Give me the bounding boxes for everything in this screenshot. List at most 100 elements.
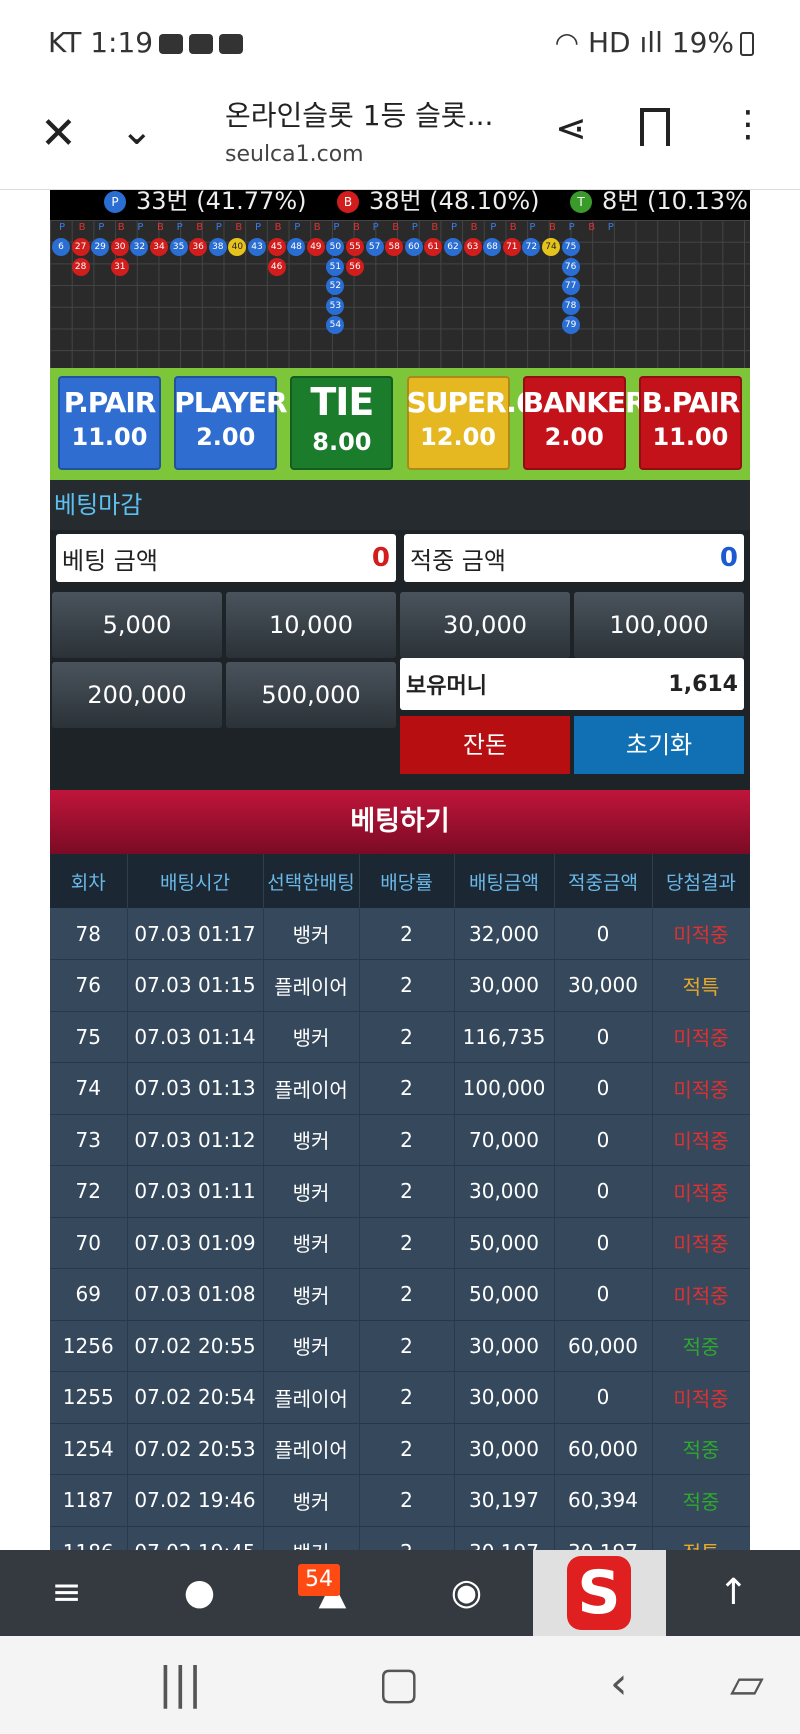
table-cell: 2: [359, 1165, 455, 1218]
bet-tie-button[interactable]: TIE 8.00: [290, 376, 394, 470]
table-row: 76 07.03 01:15 플레이어 2 30,000 30,000 적특: [50, 959, 750, 1012]
recent-apps-icon[interactable]: |||: [158, 1658, 202, 1709]
table-cell: 1254: [50, 1423, 128, 1475]
table-cell: 뱅커: [263, 1114, 360, 1166]
road-bead: 54: [326, 316, 345, 335]
road-header-letter: B: [549, 222, 556, 233]
chip-500000-button[interactable]: 500,000: [226, 662, 396, 728]
bet-p-pair-button[interactable]: P.PAIR 11.00: [58, 376, 161, 470]
table-cell: 2: [359, 1526, 455, 1550]
road-bead: 63: [463, 238, 482, 256]
banker-count: 38번 (48.10%): [369, 190, 540, 215]
table-cell: 30,000: [554, 959, 653, 1012]
table-cell: 30,000: [454, 1371, 555, 1424]
table-cell: 미적중: [652, 1217, 750, 1269]
reset-button[interactable]: 초기화: [574, 716, 744, 774]
road-bead: 72: [522, 238, 541, 256]
back-icon[interactable]: ‹: [610, 1658, 628, 1709]
chip-200000-button[interactable]: 200,000: [52, 662, 222, 728]
chat-icon[interactable]: ◉: [400, 1550, 533, 1636]
page-url[interactable]: seulca1.com: [225, 142, 364, 167]
home-icon[interactable]: ▢: [378, 1658, 420, 1709]
share-icon[interactable]: ⋖: [555, 106, 587, 150]
user-icon[interactable]: ●: [133, 1550, 266, 1636]
road-bead: 34: [150, 238, 168, 256]
road-header-letter: B: [431, 222, 439, 233]
road-header-letter: P: [255, 222, 262, 233]
table-cell: 30,000: [454, 1423, 555, 1475]
table-cell: 뱅커: [263, 1217, 360, 1269]
table-row: 1254 07.02 20:53 플레이어 2 30,000 60,000 적중: [50, 1423, 750, 1475]
table-row: 78 07.03 01:17 뱅커 2 32,000 0 미적중: [50, 908, 750, 960]
road-header-letter: P: [490, 222, 497, 233]
table-cell: 미적중: [652, 908, 750, 960]
betting-closed-label: 베팅마감: [50, 480, 750, 530]
bet-banker-button[interactable]: BANKER 2.00: [522, 376, 647, 470]
road-header-letter: P: [568, 222, 575, 233]
table-cell: 30,000: [454, 1320, 555, 1372]
table-cell: 플레이어: [263, 1423, 360, 1475]
banker-dot-icon: B: [337, 191, 360, 213]
table-cell: 플레이어: [263, 1062, 360, 1115]
table-cell: 뱅커: [263, 1268, 360, 1321]
table-cell: 32,000: [454, 908, 555, 960]
table-cell: 0: [554, 1011, 653, 1063]
table-cell: 07.02 20:53: [127, 1423, 264, 1475]
table-cell: 2: [359, 1217, 455, 1269]
amount-row: 베팅 금액 0 적중 금액 0: [50, 530, 750, 590]
bet-super6-button[interactable]: SUPER.6 12.00: [406, 376, 535, 470]
road-bead: 56: [346, 257, 364, 276]
table-cell: 30,000: [454, 959, 555, 1012]
table-cell: 07.02 20:54: [127, 1371, 264, 1424]
table-cell: 적특: [652, 1526, 750, 1550]
table-cell: 1186: [50, 1526, 128, 1550]
road-header-letter: P: [98, 222, 105, 233]
baccarat-panel: P 33번 (41.77%) B 38번 (48.10%) T 8번 (10.13%)…: [50, 190, 750, 1550]
road-bead: 79: [561, 316, 580, 335]
table-cell: 2: [359, 1423, 455, 1475]
table-header: 배팅금액: [454, 854, 555, 908]
road-bead: 55: [346, 238, 364, 256]
table-row: 75 07.03 01:14 뱅커 2 116,735 0 미적중: [50, 1011, 750, 1063]
chip-10000-button[interactable]: 10,000: [226, 592, 396, 658]
chevron-down-icon[interactable]: ⌄: [120, 108, 154, 154]
close-icon[interactable]: ✕: [40, 108, 77, 159]
road-bead: 49: [306, 238, 325, 256]
table-cell: 0: [554, 1268, 653, 1321]
arrow-up-icon[interactable]: ↑: [667, 1550, 800, 1636]
road-header-letter: B: [588, 222, 596, 233]
page-title: 온라인슬롯 1등 슬롯...: [225, 99, 494, 132]
road-header-letter: B: [196, 222, 204, 233]
chip-5000-button[interactable]: 5,000: [52, 592, 222, 658]
table-cell: 1255: [50, 1371, 128, 1424]
road-bead: 48: [287, 238, 306, 256]
change-button[interactable]: 잔돈: [400, 716, 570, 774]
road-bead: 29: [91, 238, 110, 256]
bet-amount-field: 베팅 금액 0: [56, 534, 396, 582]
road-header-letter: P: [607, 222, 614, 233]
road-bead: 53: [326, 296, 345, 315]
bet-player-button[interactable]: PLAYER 2.00: [174, 376, 288, 470]
wifi-icon: ◠ HD ıll: [554, 26, 672, 59]
road-header-letter: B: [313, 222, 321, 233]
table-row: 72 07.03 01:11 뱅커 2 30,000 0 미적중: [50, 1165, 750, 1218]
table-cell: 70,000: [454, 1114, 555, 1166]
table-cell: 2: [359, 1114, 455, 1166]
more-menu-icon[interactable]: ⋮: [730, 104, 766, 145]
table-row: 1187 07.02 19:46 뱅커 2 30,197 60,394 적중: [50, 1474, 750, 1527]
bet-b-pair-button[interactable]: B.PAIR 11.00: [638, 376, 742, 470]
table-cell: 07.02 20:55: [127, 1320, 264, 1372]
road-bead: 27: [71, 238, 90, 256]
table-cell: 30,197: [454, 1474, 555, 1527]
rotate-icon[interactable]: ▱: [730, 1658, 764, 1709]
road-bead: 61: [424, 238, 443, 256]
bet-history-table: 회차 배팅시간 선택한배팅 배당률 배팅금액 적중금액 당첨결과 78 07.03 01:17…: [50, 854, 750, 1550]
bookmark-icon[interactable]: [640, 108, 670, 146]
menu-icon[interactable]: ≡: [0, 1550, 133, 1636]
site-logo[interactable]: S: [533, 1550, 666, 1636]
chip-30000-button[interactable]: 30,000: [400, 592, 570, 658]
road-map-grid: P B P B P B P B P B P B P B P B P B P B P B P B P B P B P 6 27 28 29 30 31…: [50, 220, 750, 368]
chip-100000-button[interactable]: 100,000: [574, 592, 744, 658]
place-bet-button[interactable]: 베팅하기: [50, 790, 750, 854]
table-cell: 60,394: [554, 1474, 653, 1527]
